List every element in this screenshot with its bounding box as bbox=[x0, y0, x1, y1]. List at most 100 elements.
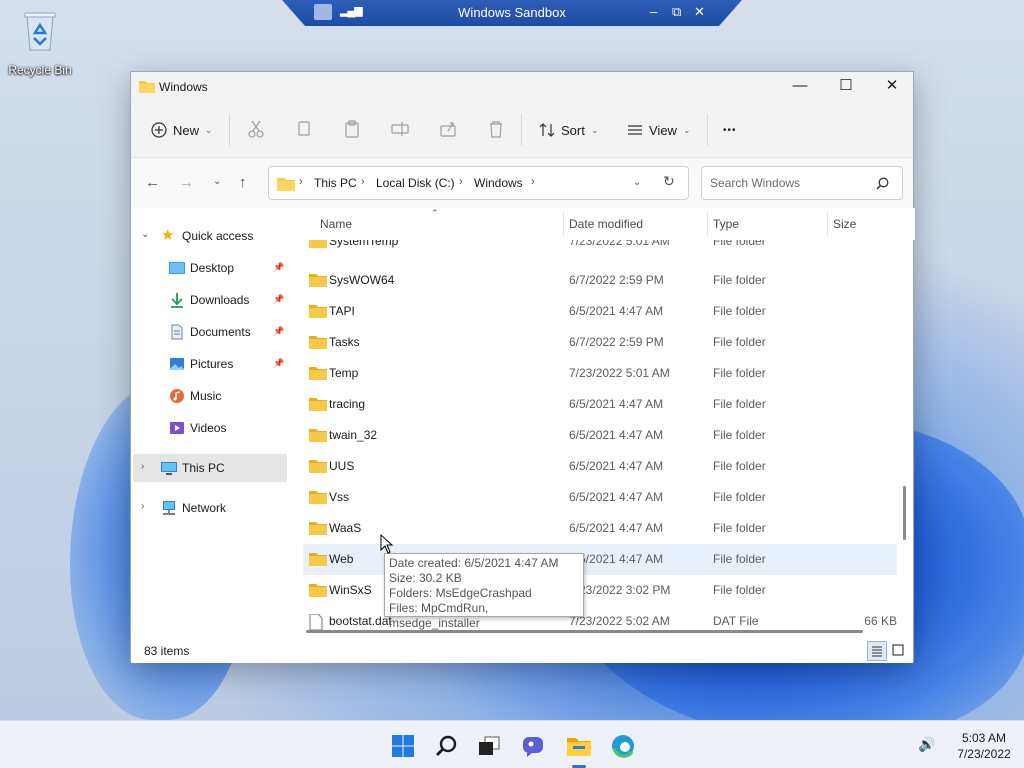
paste-icon[interactable] bbox=[343, 120, 361, 138]
document-icon bbox=[171, 324, 183, 340]
copy-icon[interactable] bbox=[295, 120, 313, 138]
pin-icon[interactable]: 📌 bbox=[273, 294, 284, 305]
divider bbox=[707, 114, 708, 146]
view-icon bbox=[628, 125, 642, 135]
nav-label: Network bbox=[182, 501, 227, 515]
sandbox-minimize-button[interactable]: – bbox=[650, 4, 657, 19]
delete-icon[interactable] bbox=[487, 120, 505, 138]
sort-button[interactable]: Sort ⌄ bbox=[539, 116, 598, 144]
nav-label: Quick access bbox=[182, 229, 254, 243]
column-size[interactable]: Size bbox=[833, 217, 856, 231]
vertical-scrollbar-thumb[interactable] bbox=[903, 486, 906, 540]
column-date-modified[interactable]: Date modified bbox=[569, 217, 643, 231]
file-row[interactable]: TAPI 6/5/2021 4:47 AM File folder bbox=[303, 296, 897, 327]
file-type: File folder bbox=[713, 335, 766, 349]
maximize-button[interactable]: ☐ bbox=[823, 72, 869, 102]
file-row[interactable]: SysWOW64 6/7/2022 2:59 PM File folder bbox=[303, 265, 897, 296]
column-type[interactable]: Type bbox=[713, 217, 739, 231]
details-view-button[interactable] bbox=[867, 641, 887, 661]
new-button[interactable]: New ⌄ bbox=[151, 116, 213, 144]
sandbox-close-button[interactable]: ✕ bbox=[694, 4, 705, 20]
title-bar[interactable]: Windows — ☐ ✕ bbox=[131, 72, 913, 102]
nav-item-music[interactable]: Music bbox=[131, 382, 287, 410]
nav-label: Documents bbox=[190, 325, 251, 339]
folder-icon bbox=[309, 398, 327, 411]
column-divider[interactable] bbox=[563, 212, 564, 236]
file-date-modified: 7/23/2022 5:01 AM bbox=[569, 366, 670, 380]
file-type: File folder bbox=[713, 304, 766, 318]
address-history-chevron-icon[interactable]: ⌄ bbox=[633, 177, 641, 188]
file-row[interactable]: UUS 6/5/2021 4:47 AM File folder bbox=[303, 451, 897, 482]
file-row[interactable]: Vss 6/5/2021 4:47 AM File folder bbox=[303, 482, 897, 513]
chevron-right-icon[interactable]: › bbox=[141, 501, 144, 512]
edge-browser-icon[interactable] bbox=[610, 733, 636, 759]
download-icon bbox=[171, 293, 183, 308]
search-icon[interactable] bbox=[876, 177, 889, 190]
recent-locations-chevron-icon[interactable]: ⌄ bbox=[213, 176, 221, 187]
minimize-button[interactable]: — bbox=[777, 72, 823, 102]
search-input[interactable] bbox=[710, 176, 870, 190]
back-arrow-icon[interactable]: ← bbox=[145, 174, 160, 191]
share-icon[interactable] bbox=[439, 120, 457, 138]
folder-icon bbox=[309, 522, 327, 535]
nav-network[interactable]: › Network bbox=[131, 494, 287, 522]
pin-icon[interactable]: 📌 bbox=[273, 262, 284, 273]
search-icon[interactable] bbox=[434, 733, 460, 759]
thumbnail-view-button[interactable] bbox=[889, 641, 909, 661]
file-date-modified: 7/23/2022 5:02 AM bbox=[569, 614, 670, 628]
volume-icon[interactable]: 🔊 bbox=[918, 736, 935, 753]
nav-item-pictures[interactable]: Pictures 📌 bbox=[131, 350, 287, 378]
column-divider[interactable] bbox=[707, 212, 708, 236]
nav-quick-access[interactable]: ⌄ ★ Quick access bbox=[131, 222, 287, 250]
refresh-icon[interactable]: ↻ bbox=[663, 173, 675, 190]
search-box[interactable] bbox=[701, 166, 903, 200]
up-arrow-icon[interactable]: ↑ bbox=[239, 174, 247, 191]
sandbox-title-bar[interactable]: ▂▄▆ Windows Sandbox – ⧉ ✕ bbox=[282, 0, 742, 26]
task-view-icon[interactable] bbox=[476, 733, 502, 759]
close-button[interactable]: ✕ bbox=[869, 72, 915, 102]
forward-arrow-icon[interactable]: → bbox=[179, 174, 194, 191]
view-label: View bbox=[649, 122, 677, 138]
nav-label: Videos bbox=[190, 421, 227, 435]
nav-item-videos[interactable]: Videos bbox=[131, 414, 287, 442]
command-bar: New ⌄ Sort ⌄ View ⌄ ••• bbox=[131, 102, 913, 158]
pin-icon[interactable]: 📌 bbox=[273, 358, 284, 369]
file-row[interactable]: twain_32 6/5/2021 4:47 AM File folder bbox=[303, 420, 897, 451]
nav-label: Desktop bbox=[190, 261, 235, 275]
file-name: SysWOW64 bbox=[329, 273, 395, 287]
chevron-down-icon[interactable]: ⌄ bbox=[141, 229, 149, 240]
sandbox-restore-button[interactable]: ⧉ bbox=[672, 4, 681, 20]
chat-icon[interactable] bbox=[520, 733, 546, 759]
thumbnail-view-icon bbox=[892, 644, 904, 656]
column-header-row: ⌃ Name Date modified Type Size bbox=[289, 208, 915, 240]
more-options-button[interactable]: ••• bbox=[723, 116, 737, 144]
rename-icon[interactable] bbox=[391, 120, 409, 138]
nav-item-desktop[interactable]: Desktop 📌 bbox=[131, 254, 287, 282]
folder-icon bbox=[309, 553, 327, 566]
file-row[interactable]: Tasks 6/7/2022 2:59 PM File folder bbox=[303, 327, 897, 358]
view-button[interactable]: View ⌄ bbox=[627, 116, 691, 144]
chevron-right-icon[interactable]: › bbox=[141, 461, 144, 472]
start-windows-icon[interactable] bbox=[390, 733, 416, 759]
more-icon: ••• bbox=[723, 124, 737, 136]
breadcrumb-this-pc[interactable]: This PC bbox=[314, 176, 357, 190]
recycle-bin-shortcut[interactable]: Recycle Bin bbox=[8, 8, 72, 77]
address-bar[interactable]: › This PC › Local Disk (C:) › Windows › … bbox=[268, 166, 689, 200]
navigation-pane: ⌄ ★ Quick access Desktop 📌 Downloads 📌 D… bbox=[131, 208, 289, 638]
cut-icon[interactable] bbox=[247, 120, 265, 138]
pin-icon[interactable]: 📌 bbox=[273, 326, 284, 337]
column-name[interactable]: Name bbox=[320, 217, 352, 231]
chevron-down-icon: ⌄ bbox=[682, 124, 691, 135]
clock[interactable]: 5:03 AM 7/23/2022 bbox=[950, 730, 1018, 762]
nav-item-documents[interactable]: Documents 📌 bbox=[131, 318, 287, 346]
breadcrumb-windows[interactable]: Windows bbox=[474, 176, 523, 190]
file-row[interactable]: Temp 7/23/2022 5:01 AM File folder bbox=[303, 358, 897, 389]
file-name: TAPI bbox=[329, 304, 355, 318]
breadcrumb-local-disk[interactable]: Local Disk (C:) bbox=[376, 176, 455, 190]
nav-this-pc[interactable]: › This PC bbox=[133, 454, 287, 482]
nav-item-downloads[interactable]: Downloads 📌 bbox=[131, 286, 287, 314]
file-row[interactable]: tracing 6/5/2021 4:47 AM File folder bbox=[303, 389, 897, 420]
file-explorer-icon[interactable] bbox=[566, 733, 592, 759]
column-divider[interactable] bbox=[827, 212, 828, 236]
folder-icon bbox=[309, 460, 327, 473]
